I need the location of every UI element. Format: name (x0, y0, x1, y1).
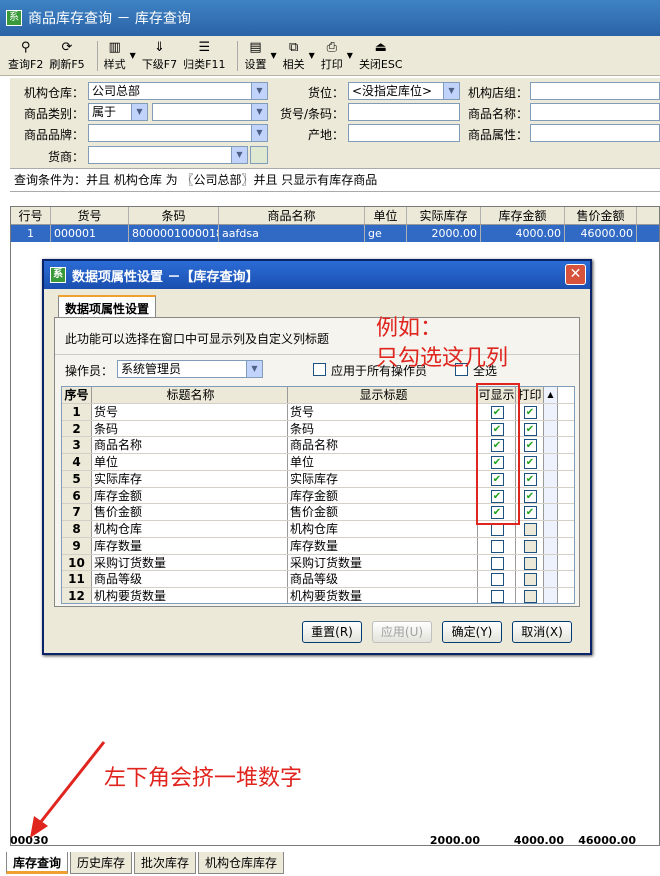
annotation-arrow (30, 741, 106, 838)
